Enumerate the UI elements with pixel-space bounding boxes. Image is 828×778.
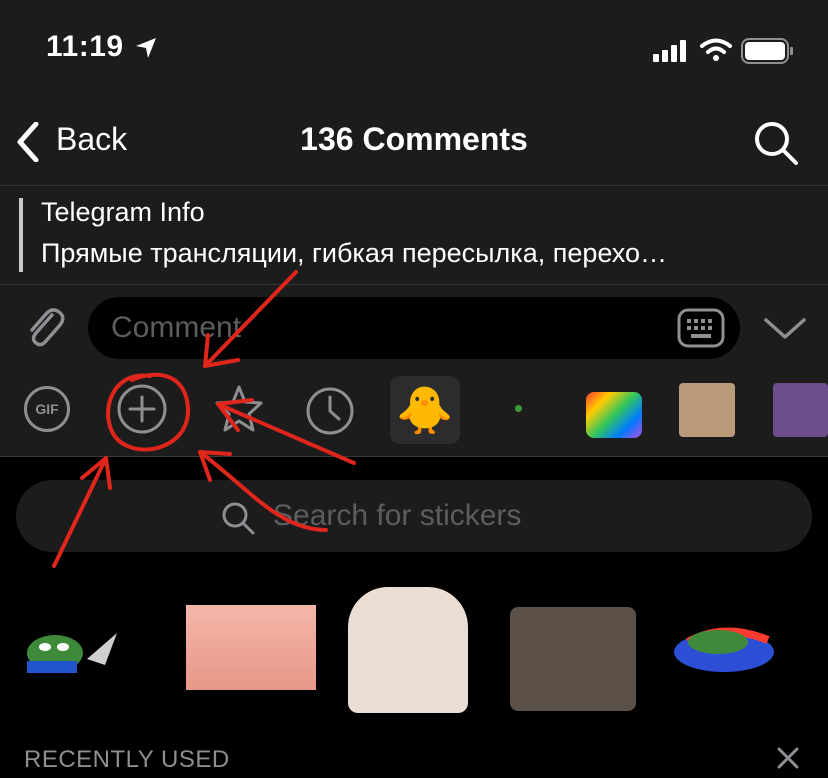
battery-icon [741,38,793,64]
sticker-pack-squidward-tab[interactable] [773,383,828,437]
recent-clock-icon[interactable] [304,385,356,437]
comment-placeholder: Comment [111,311,242,344]
reply-accent-bar [19,198,23,272]
sticker-anime-girl[interactable] [348,587,468,713]
attach-icon[interactable] [22,305,66,349]
sticker-pack-dot-tab[interactable] [515,405,522,412]
sticker-man-pointing[interactable] [510,607,636,711]
reply-title: Telegram Info [41,197,205,227]
chevron-down-icon[interactable] [763,316,807,342]
sticker-rainbow-frog[interactable] [668,622,780,680]
status-time: 11:19 [46,30,124,63]
sticker-search-placeholder: Search for stickers [273,499,522,532]
add-sticker-pack-icon[interactable] [116,383,168,435]
wifi-icon [700,38,732,61]
gif-tab[interactable]: GIF [24,386,70,432]
sticker-frog-knife[interactable] [25,625,120,673]
search-icon[interactable] [753,120,799,166]
location-icon [136,38,156,58]
sticker-pack-frog-tab[interactable] [586,392,642,438]
sticker-anime-face[interactable] [186,605,316,690]
close-icon[interactable] [776,746,800,770]
reply-text: Прямые трансляции, гибкая пересылка, пер… [41,238,668,268]
recently-used-header: RECENTLY USED [24,746,230,773]
cellular-signal-icon [653,40,686,62]
page-title: 136 Comments [300,121,528,157]
sticker-pack-duck-tab[interactable]: 🐥 [390,376,460,444]
keyboard-icon[interactable] [677,308,725,348]
sticker-pack-meme-tab[interactable] [679,383,735,437]
search-icon [222,502,255,535]
favorites-star-icon[interactable] [213,383,265,435]
